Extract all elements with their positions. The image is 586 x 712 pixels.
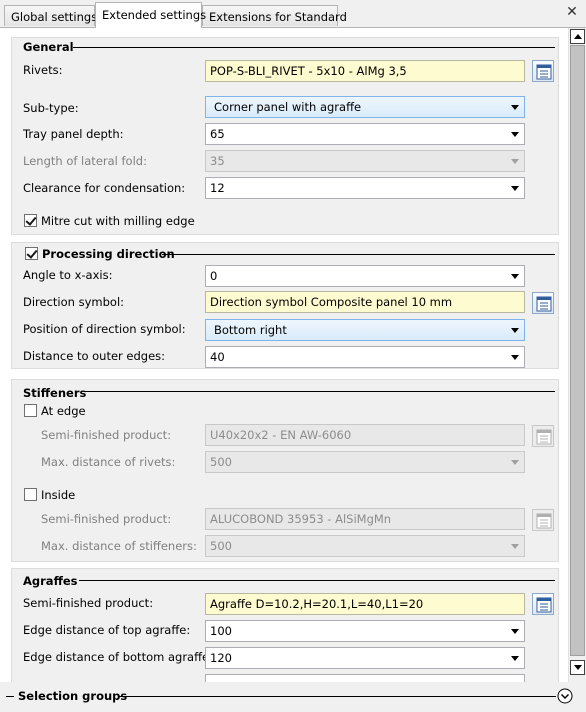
- collapse-icon[interactable]: [557, 688, 573, 704]
- top-agraffe-label: Edge distance of top agraffe:: [23, 623, 191, 637]
- symbol-position-combo[interactable]: Bottom right: [205, 319, 525, 341]
- tray-depth-value: 65: [210, 127, 225, 141]
- tab-bar: Global settings Extended settings Extens…: [0, 0, 586, 28]
- tray-depth-label: Tray panel depth:: [23, 127, 124, 141]
- top-agraffe-value: 100: [210, 624, 232, 638]
- selection-divider-left: [6, 696, 14, 697]
- clearance-value: 12: [210, 181, 225, 195]
- inside-product-catalog-button: [532, 509, 554, 531]
- angle-value: 0: [210, 269, 218, 283]
- angle-label: Angle to x-axis:: [23, 268, 113, 282]
- mitre-checkbox[interactable]: [24, 214, 37, 227]
- chevron-down-icon: [511, 105, 519, 110]
- tab-extended-settings[interactable]: Extended settings: [95, 2, 206, 28]
- rivets-catalog-button[interactable]: [532, 60, 554, 82]
- edge-maxdist-value: 500: [210, 455, 232, 469]
- chevron-down-icon: [511, 186, 519, 191]
- selection-groups-bar: Selection groups: [0, 682, 586, 712]
- chevron-down-icon: [511, 159, 519, 164]
- close-icon[interactable]: ✕: [564, 4, 580, 20]
- edge-maxdist-label: Max. distance of rivets:: [41, 455, 176, 469]
- clearance-combo[interactable]: 12: [205, 177, 525, 199]
- outer-distance-label: Distance to outer edges:: [23, 349, 166, 363]
- edge-product-catalog-button: [532, 425, 554, 447]
- catalog-icon: [536, 296, 552, 312]
- chevron-down-icon: [511, 656, 519, 661]
- agraffe-catalog-button[interactable]: [532, 593, 554, 615]
- agraffes-divider: [79, 580, 555, 581]
- inside-maxdist-value: 500: [210, 539, 232, 553]
- edge-product-field: U40x20x2 - EN AW-6060: [205, 424, 525, 446]
- stiffeners-title: Stiffeners: [23, 386, 87, 400]
- rivets-field[interactable]: POP-S-BLI_RIVET - 5x10 - AlMg 3,5: [205, 60, 525, 82]
- symbol-position-value: Bottom right: [214, 323, 287, 337]
- inside-label: Inside: [41, 488, 76, 502]
- catalog-icon: [536, 429, 552, 445]
- inside-maxdist-label: Max. distance of stiffeners:: [41, 539, 197, 553]
- at-edge-label: At edge: [41, 404, 86, 418]
- tray-depth-combo[interactable]: 65: [205, 123, 525, 145]
- inside-checkbox[interactable]: [24, 488, 37, 501]
- lateral-fold-label: Length of lateral fold:: [23, 154, 147, 168]
- subtype-combo[interactable]: Corner panel with agraffe: [205, 96, 525, 118]
- tab-extensions-for-standard[interactable]: Extensions for Standard: [202, 5, 347, 26]
- direction-symbol-catalog-button[interactable]: [532, 292, 554, 314]
- chevron-down-icon: [511, 629, 519, 634]
- clearance-label: Clearance for condensation:: [23, 181, 186, 195]
- stiffeners-divider: [85, 391, 555, 392]
- settings-panel: General Rivets: POP-S-BLI_RIVET - 5x10 -…: [0, 27, 586, 682]
- direction-symbol-label: Direction symbol:: [23, 295, 125, 309]
- chevron-down-icon: [511, 355, 519, 360]
- inside-product-field: ALUCOBOND 35953 - AlSiMgMn: [205, 508, 525, 530]
- catalog-icon: [536, 64, 552, 80]
- scroll-down-icon[interactable]: [570, 660, 585, 675]
- top-agraffe-combo[interactable]: 100: [205, 620, 525, 642]
- processing-checkbox[interactable]: [25, 247, 38, 260]
- edge-product-label: Semi-finished product:: [41, 428, 172, 442]
- inside-product-label: Semi-finished product:: [41, 512, 172, 526]
- general-divider: [73, 47, 555, 48]
- chevron-down-icon: [511, 328, 519, 333]
- mitre-label: Mitre cut with milling edge: [41, 214, 195, 228]
- selection-groups-title[interactable]: Selection groups: [18, 689, 127, 703]
- agraffe-product-field[interactable]: Agraffe D=10.2,H=20.1,L=40,L1=20: [205, 593, 525, 615]
- rivets-label: Rivets:: [23, 63, 63, 77]
- chevron-down-icon: [511, 132, 519, 137]
- next-combo-partial[interactable]: [205, 674, 525, 682]
- direction-symbol-field[interactable]: Direction symbol Composite panel 10 mm: [205, 291, 525, 313]
- chevron-down-icon: [511, 544, 519, 549]
- processing-divider: [162, 254, 555, 255]
- outer-distance-combo[interactable]: 40: [205, 346, 525, 368]
- bottom-agraffe-label: Edge distance of bottom agraffe:: [23, 650, 213, 664]
- scrollbar-thumb[interactable]: [570, 45, 585, 656]
- processing-title: Processing direction: [42, 247, 175, 261]
- catalog-icon: [536, 597, 552, 613]
- tab-global-settings[interactable]: Global settings: [4, 5, 97, 26]
- agraffes-title: Agraffes: [23, 574, 78, 588]
- subtype-value: Corner panel with agraffe: [214, 100, 362, 114]
- outer-distance-value: 40: [210, 350, 225, 364]
- edge-maxdist-combo: 500: [205, 451, 525, 473]
- scroll-up-icon[interactable]: [570, 29, 585, 44]
- bottom-agraffe-combo[interactable]: 120: [205, 647, 525, 669]
- at-edge-checkbox[interactable]: [24, 404, 37, 417]
- chevron-down-icon: [511, 460, 519, 465]
- lateral-fold-value: 35: [210, 154, 225, 168]
- chevron-down-icon: [511, 274, 519, 279]
- lateral-fold-combo: 35: [205, 150, 525, 172]
- general-title: General: [23, 40, 74, 54]
- vertical-scrollbar[interactable]: [568, 28, 586, 682]
- selection-divider-right: [118, 696, 556, 697]
- angle-combo[interactable]: 0: [205, 265, 525, 287]
- catalog-icon: [536, 513, 552, 529]
- subtype-label: Sub-type:: [23, 101, 79, 115]
- bottom-agraffe-value: 120: [210, 651, 232, 665]
- inside-maxdist-combo: 500: [205, 535, 525, 557]
- agraffe-product-label: Semi-finished product:: [23, 596, 154, 610]
- symbol-position-label: Position of direction symbol:: [23, 322, 186, 336]
